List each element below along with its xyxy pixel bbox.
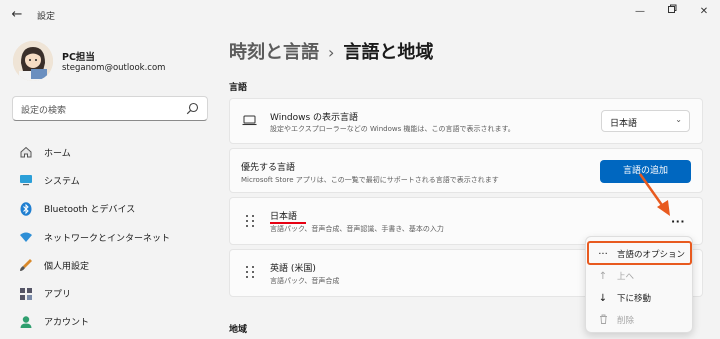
sidebar-item-apps[interactable]: アプリ <box>12 279 212 307</box>
language-features: 言語パック、音声合成、音声認識、手書き、基本の入力 <box>270 225 444 233</box>
display-language-value: 日本語 <box>610 119 638 129</box>
annotation-arrow <box>638 173 670 216</box>
language-name: 英語 (米国) <box>270 264 316 274</box>
breadcrumb-parent[interactable]: 時刻と言語 <box>229 42 319 63</box>
menu-item-label: 削除 <box>617 316 635 326</box>
avatar[interactable] <box>13 41 53 81</box>
brush-icon <box>18 257 34 273</box>
menu-item-remove: 削除 <box>589 309 691 331</box>
menu-item-move-down[interactable]: ↓ 下に移動 <box>589 287 691 309</box>
breadcrumb: 時刻と言語 › 言語と地域 <box>229 38 433 64</box>
breadcrumb-separator: › <box>328 43 335 62</box>
close-icon[interactable]: ✕ <box>692 4 716 20</box>
network-icon <box>18 229 34 245</box>
preferred-languages-subtitle: Microsoft Store アプリは、この一覧で最初にサポートされる言語で表… <box>241 176 499 184</box>
sidebar-item-label: アプリ <box>44 290 72 301</box>
bluetooth-icon <box>18 201 34 217</box>
apps-icon <box>18 286 34 302</box>
search-placeholder: 設定の検索 <box>21 106 67 116</box>
sidebar-item-label: 個人用設定 <box>44 261 90 272</box>
sidebar-item-label: ホーム <box>44 148 71 159</box>
profile-email: steganom@outlook.com <box>62 63 166 73</box>
annotation-highlight-box <box>587 241 692 265</box>
sidebar-item-label: Bluetooth とデバイス <box>44 205 136 216</box>
profile-name: PC担当 <box>62 52 95 63</box>
system-icon <box>18 172 34 188</box>
minimize-icon[interactable]: — <box>628 4 652 20</box>
trash-icon <box>595 314 611 327</box>
display-language-select[interactable]: 日本語 ⌄ <box>601 110 690 132</box>
menu-item-label: 下に移動 <box>617 294 652 304</box>
search-icon <box>186 102 199 115</box>
back-arrow-icon[interactable]: ← <box>9 7 25 23</box>
sidebar-item-bluetooth[interactable]: Bluetooth とデバイス <box>12 195 212 223</box>
maximize-icon[interactable] <box>660 4 684 20</box>
drag-handle-icon[interactable] <box>246 266 256 280</box>
preferred-languages-title: 優先する言語 <box>241 163 296 173</box>
page-title: 言語と地域 <box>343 42 434 63</box>
sidebar-item-accounts[interactable]: アカウント <box>12 308 212 336</box>
section-label-language: 言語 <box>229 83 248 93</box>
search-input[interactable]: 設定の検索 <box>12 96 208 121</box>
chevron-down-icon: ⌄ <box>675 115 682 124</box>
laptop-icon <box>242 115 257 126</box>
sidebar-item-label: ネットワークとインターネット <box>44 233 171 244</box>
app-title: 設定 <box>37 12 56 22</box>
account-icon <box>18 314 34 330</box>
sidebar-item-home[interactable]: ホーム <box>12 138 212 166</box>
arrow-down-icon: ↓ <box>598 292 608 304</box>
more-options-icon[interactable]: ··· <box>671 216 685 228</box>
home-icon <box>18 144 34 160</box>
sidebar-item-network[interactable]: ネットワークとインターネット <box>12 223 212 251</box>
section-label-region: 地域 <box>229 325 248 335</box>
sidebar-item-personalization[interactable]: 個人用設定 <box>12 251 212 279</box>
drag-handle-icon[interactable] <box>246 215 256 229</box>
arrow-up-icon: ↑ <box>598 270 608 282</box>
display-language-title: Windows の表示言語 <box>270 113 359 123</box>
display-language-subtitle: 設定やエクスプローラーなどの Windows 機能は、この言語で表示されます。 <box>270 125 515 133</box>
sidebar-item-label: システム <box>44 176 80 187</box>
sidebar-item-label: アカウント <box>44 318 90 329</box>
menu-item-move-up: ↑ 上へ <box>589 265 691 287</box>
menu-item-label: 上へ <box>617 272 635 282</box>
sidebar-nav: ホーム システム Bluetooth とデバイス ネットワークとインターネット … <box>12 138 212 336</box>
language-name: 日本語 <box>270 212 298 222</box>
language-features: 言語パック、音声合成 <box>270 277 340 285</box>
sidebar-item-system[interactable]: システム <box>12 166 212 194</box>
title-bar: ← 設定 — ✕ <box>0 0 720 30</box>
